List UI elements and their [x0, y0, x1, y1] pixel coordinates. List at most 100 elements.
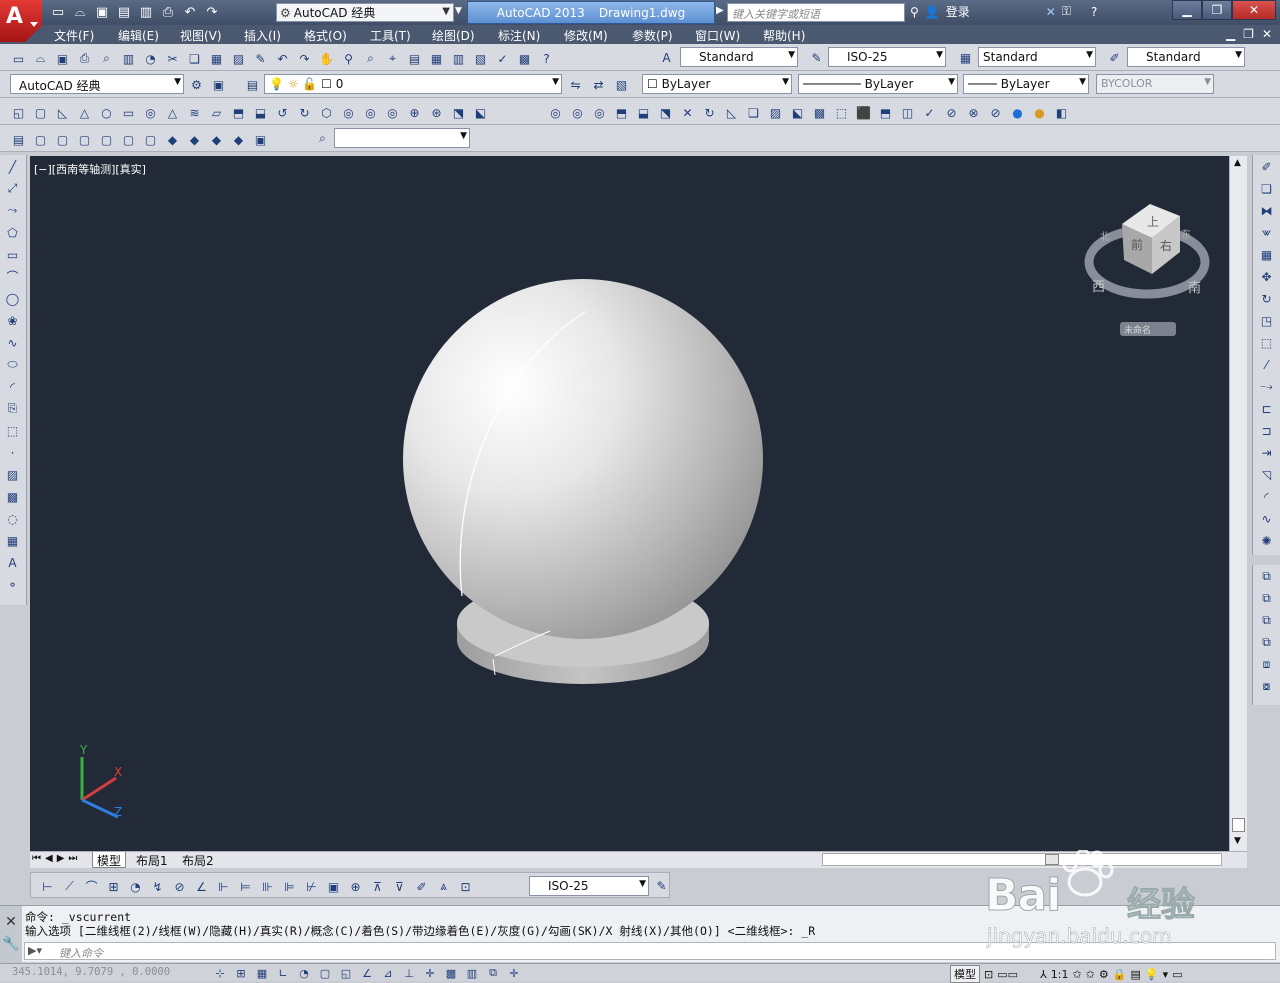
properties-icon[interactable]: ▤ — [404, 48, 425, 69]
dim-break-icon[interactable]: ⊬ — [301, 876, 322, 897]
mtext-icon[interactable]: A — [2, 552, 23, 573]
open-file-icon[interactable]: ⌓ — [30, 48, 51, 69]
ucs-icon[interactable]: ⌕ — [312, 128, 333, 149]
bottom-view-icon[interactable]: ▢ — [52, 129, 73, 150]
status-menu-icon[interactable]: ▾ — [1163, 968, 1169, 981]
offset-faces-icon[interactable]: ⬔ — [655, 102, 676, 123]
sw-iso-icon[interactable]: ◆ — [162, 129, 183, 150]
menu-edit[interactable]: 编辑(E) — [118, 27, 159, 44]
layer-previous-icon[interactable]: ⇄ — [588, 74, 609, 95]
baseline-icon[interactable]: ⊨ — [235, 876, 256, 897]
help-icon[interactable]: ? — [1091, 5, 1097, 19]
ortho-icon[interactable]: ∟ — [273, 965, 293, 981]
sheet-set-icon[interactable]: ▧ — [470, 48, 491, 69]
linetype-select[interactable]: ──────── ByLayer ▼ — [798, 74, 958, 94]
menu-format[interactable]: 格式(O) — [304, 27, 347, 44]
helix-icon[interactable]: ≋ — [184, 102, 205, 123]
redo-icon[interactable]: ↷ — [202, 3, 222, 22]
dim-style-select[interactable]: ISO-25 ▼ — [828, 47, 946, 67]
close-button[interactable]: ✕ — [1232, 0, 1276, 20]
workspace-save-icon[interactable]: ▣ — [208, 74, 229, 95]
tool-palettes-icon[interactable]: ▥ — [448, 48, 469, 69]
shell-icon[interactable]: ◫ — [897, 102, 918, 123]
help-tool-icon[interactable]: ? — [536, 48, 557, 69]
rectangle-icon[interactable]: ▭ — [2, 244, 23, 265]
toolbar-lock-icon[interactable]: 🔒 — [1113, 968, 1127, 981]
doc-restore-icon[interactable]: ❐ — [1243, 27, 1254, 41]
undo-icon[interactable]: ↶ — [180, 3, 200, 22]
minimize-button[interactable]: ▁ — [1172, 0, 1202, 20]
stretch-icon[interactable]: ⬚ — [1256, 332, 1277, 353]
viewcube[interactable]: 上 前 右 西 南 北 东 未命名 — [1084, 204, 1210, 336]
sweep-icon[interactable]: ↺ — [272, 102, 293, 123]
publish-tool-icon[interactable]: ▥ — [118, 48, 139, 69]
plot-icon[interactable]: ⎙ — [74, 48, 95, 69]
first-layout-icon[interactable]: ⏮ — [32, 853, 41, 864]
imprint-icon[interactable]: ⬚ — [831, 102, 852, 123]
radius-icon[interactable]: ◔ — [125, 876, 146, 897]
line-icon[interactable]: ╱ — [2, 156, 23, 177]
separate-icon[interactable]: ⬒ — [875, 102, 896, 123]
restore-button[interactable]: ❐ — [1202, 0, 1232, 20]
infer-constraints-icon[interactable]: ⊹ — [210, 965, 230, 981]
join-icon[interactable]: ⇥ — [1256, 442, 1277, 463]
polysolid-icon[interactable]: ◱ — [8, 102, 29, 123]
transparency-icon[interactable]: ▩ — [441, 965, 461, 981]
extrude-faces-icon[interactable]: ⬒ — [611, 102, 632, 123]
explode-icon[interactable]: ✺ — [1256, 530, 1277, 551]
dim-edit-icon[interactable]: ✐ — [411, 876, 432, 897]
visual-styles-conceptual-icon[interactable]: ● — [1029, 102, 1050, 123]
3d-move-icon[interactable]: ⊕ — [404, 102, 425, 123]
design-center-icon[interactable]: ▦ — [426, 48, 447, 69]
horizontal-scrollbar[interactable] — [822, 853, 1222, 866]
hardware-accel-icon[interactable]: ▤ — [1130, 968, 1140, 981]
front-view-icon[interactable]: ▢ — [118, 129, 139, 150]
mirror-icon[interactable]: ⧓ — [1256, 200, 1277, 221]
rotate-icon[interactable]: ↻ — [1256, 288, 1277, 309]
osnap-icon[interactable]: ▢ — [315, 965, 335, 981]
save-icon[interactable]: ▣ — [92, 3, 112, 22]
tab-model[interactable]: 模型 — [92, 852, 127, 868]
isolate-icon[interactable]: 💡 — [1145, 968, 1159, 981]
box-icon[interactable]: ▢ — [30, 102, 51, 123]
center-mark-icon[interactable]: ⊕ — [345, 876, 366, 897]
3d-align-icon[interactable]: ⬔ — [448, 102, 469, 123]
annotation-scale-value[interactable]: 1:1 — [1051, 968, 1069, 981]
layer-select[interactable]: 💡 ☼ 🔓 ☐ 0 ▼ — [264, 74, 562, 94]
quick-properties-icon[interactable]: ▥ — [462, 965, 482, 981]
copy-faces-icon[interactable]: ❏ — [743, 102, 764, 123]
top-view-icon[interactable]: ▢ — [30, 129, 51, 150]
workspace-toolbar-select[interactable]: AutoCAD 经典 ▼ — [10, 74, 184, 94]
account-icon[interactable]: ⚿ — [1062, 4, 1071, 19]
grid-icon[interactable]: ▦ — [252, 965, 272, 981]
break-at-point-icon[interactable]: ⊏ — [1256, 398, 1277, 419]
new-icon[interactable]: ▭ — [48, 3, 68, 22]
blend-icon[interactable]: ∿ — [1256, 508, 1277, 529]
sphere-icon[interactable]: ○ — [96, 102, 117, 123]
rotate-faces-icon[interactable]: ↻ — [699, 102, 720, 123]
polygon-icon[interactable]: ⬠ — [2, 222, 23, 243]
dim-style-icon[interactable]: ✎ — [806, 47, 827, 68]
ne-iso-icon[interactable]: ◆ — [206, 129, 227, 150]
revolve-icon[interactable]: ↻ — [294, 102, 315, 123]
jogged-linear-icon[interactable]: ⊽ — [389, 876, 410, 897]
next-layout-icon[interactable]: ▶ — [57, 853, 65, 864]
otrack-icon[interactable]: ∠ — [357, 965, 377, 981]
command-close-icon[interactable]: ✕ — [5, 914, 17, 930]
menu-insert[interactable]: 插入(I) — [244, 27, 281, 44]
dim-space-icon[interactable]: ⊫ — [279, 876, 300, 897]
copy-icon[interactable]: ❏ — [184, 48, 205, 69]
menu-draw[interactable]: 绘图(D) — [432, 27, 475, 44]
annotation-visibility-icon[interactable]: ✩ — [1072, 968, 1081, 981]
3d-print-icon[interactable]: ◔ — [140, 48, 161, 69]
tab-layout1[interactable]: 布局1 — [132, 852, 172, 868]
menu-help[interactable]: 帮助(H) — [763, 27, 805, 44]
region-icon[interactable]: ◌ — [2, 508, 23, 529]
slice-icon[interactable]: ⊘ — [941, 102, 962, 123]
redo-tool-icon[interactable]: ↷ — [294, 48, 315, 69]
offset-icon[interactable]: ⩖ — [1256, 222, 1277, 243]
solid-intersect-icon[interactable]: ◎ — [589, 102, 610, 123]
bring-above-icon[interactable]: ⧉ — [1256, 610, 1277, 631]
cut-icon[interactable]: ✂ — [162, 48, 183, 69]
visual-styles-2d-icon[interactable]: ⊗ — [963, 102, 984, 123]
